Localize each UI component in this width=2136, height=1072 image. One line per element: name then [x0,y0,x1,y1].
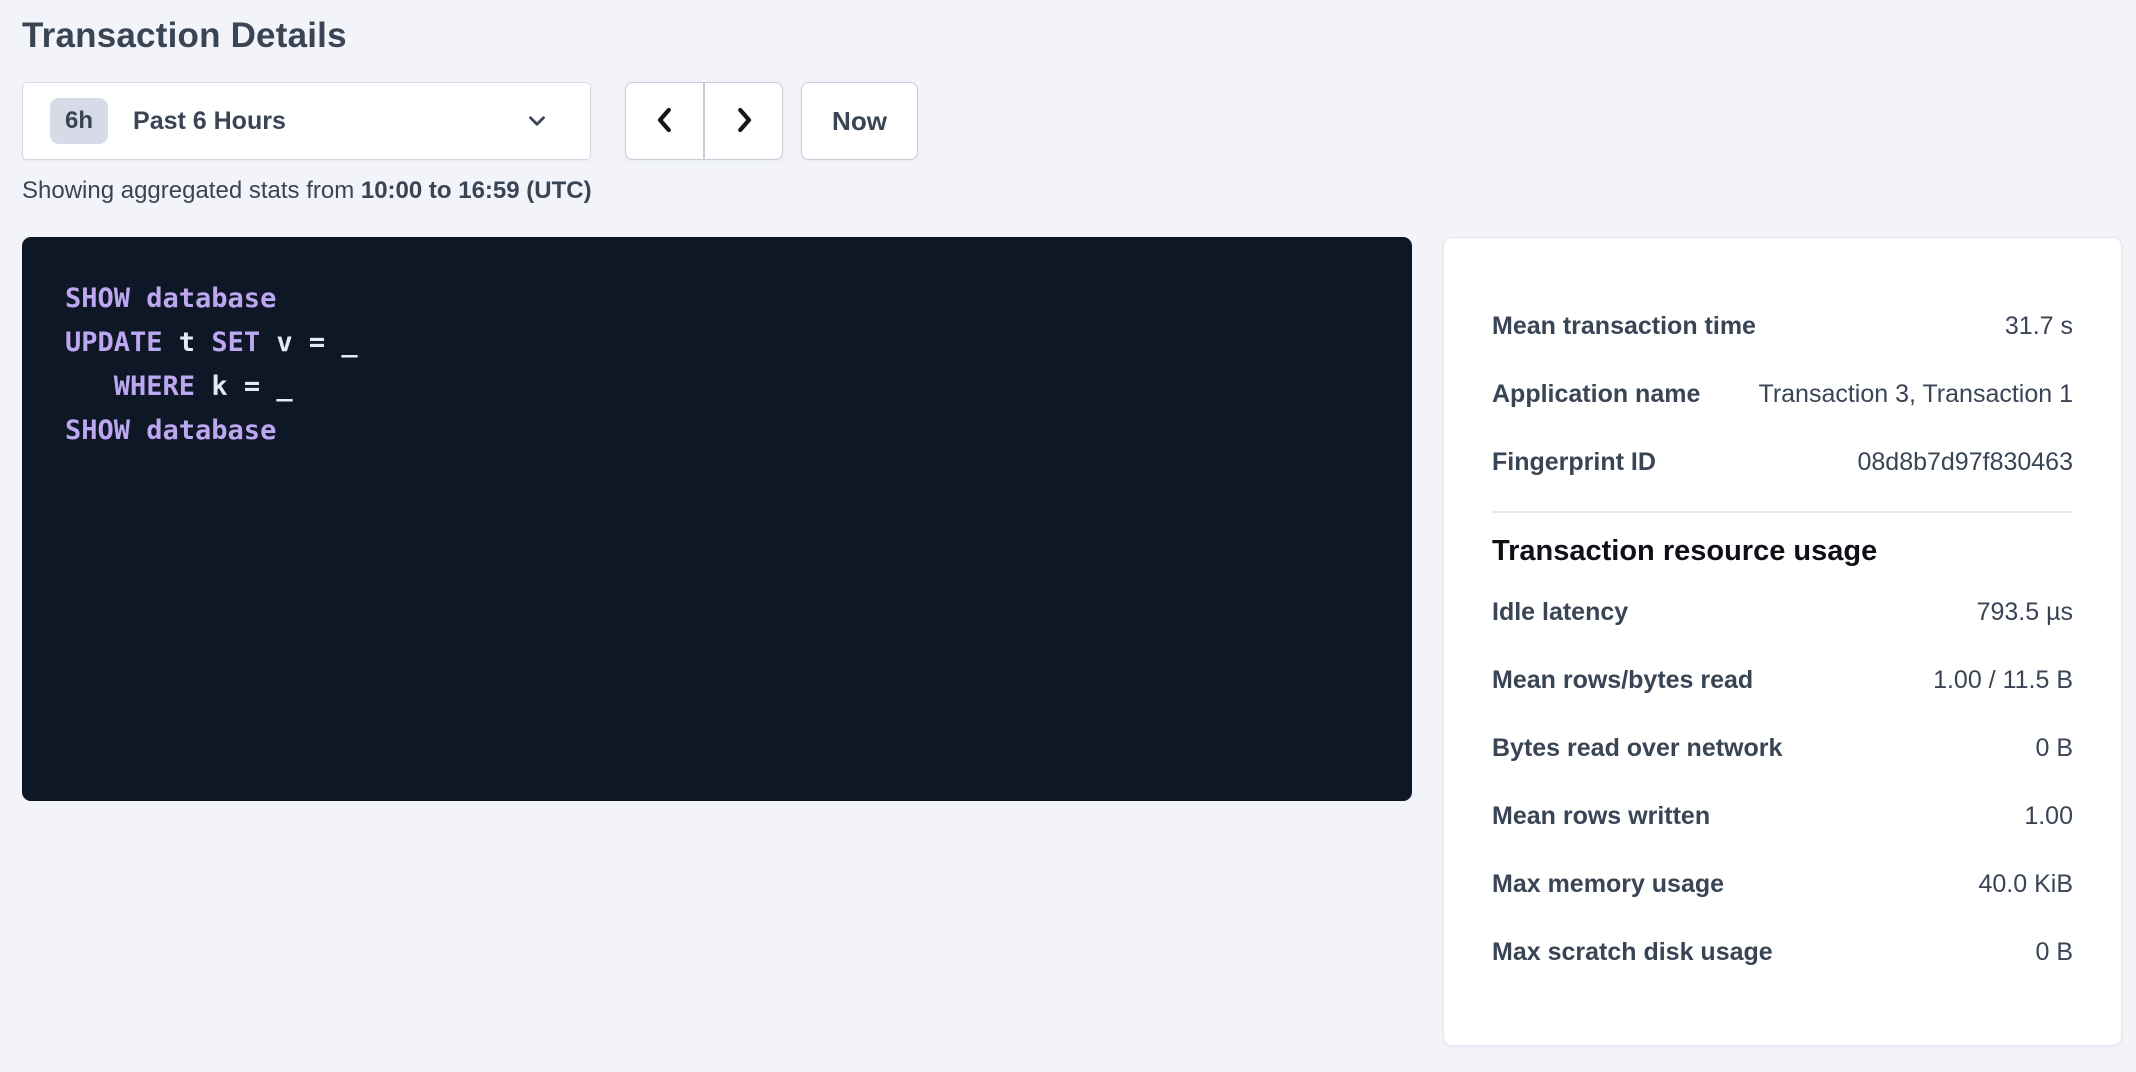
sql-line: SHOW database [65,283,276,314]
chevron-right-icon [729,103,759,140]
stat-row: Max scratch disk usage 0 B [1492,918,2073,986]
sql-token-plain [65,371,114,402]
sql-statement-box: SHOW database UPDATE t SET v = _ WHERE k… [22,237,1412,801]
card-divider [1492,511,2073,513]
resource-rows: Idle latency 793.5 µs Mean rows/bytes read… [1492,578,2073,986]
stat-row: Application name Transaction 3, Transacti… [1492,360,2073,428]
stat-value: 1.00 [2024,802,2073,831]
stat-value: 31.7 s [2005,312,2073,341]
stat-label: Mean rows/bytes read [1492,666,1753,695]
sql-code: SHOW database UPDATE t SET v = _ WHERE k… [65,277,1392,453]
sql-token-plain: v = _ [260,327,358,358]
sql-token-keyword: SET [211,327,260,358]
sql-token-plain: k = _ [195,371,293,402]
transaction-stats-card: Mean transaction time 31.7 s Application n… [1443,237,2122,1046]
stat-label: Mean transaction time [1492,312,1756,341]
stat-label: Bytes read over network [1492,734,1782,763]
sql-line: WHERE k = _ [65,371,293,402]
sql-token-keyword: UPDATE [65,327,163,358]
stat-value: 40.0 KiB [1978,870,2073,899]
stat-label: Mean rows written [1492,802,1710,831]
stat-value: Transaction 3, Transaction 1 [1758,380,2073,409]
aggregation-caption-range: 10:00 to 16:59 (UTC) [361,177,592,204]
chevron-left-icon [650,103,680,140]
sql-line: UPDATE t SET v = _ [65,327,358,358]
sql-token-plain: t [163,327,212,358]
main-content: SHOW database UPDATE t SET v = _ WHERE k… [22,237,2136,1046]
stat-row: Mean transaction time 31.7 s [1492,292,2073,360]
chevron-down-icon [524,108,550,134]
stat-label: Max scratch disk usage [1492,938,1773,967]
sql-token-keyword: WHERE [114,371,195,402]
stat-row: Bytes read over network 0 B [1492,714,2073,782]
time-range-duration-badge: 6h [50,98,108,144]
stat-row: Fingerprint ID 08d8b7d97f830463 [1492,428,2073,496]
sql-token-keyword: SHOW database [65,283,276,314]
summary-rows: Mean transaction time 31.7 s Application n… [1492,292,2073,496]
stat-value: 793.5 µs [1977,598,2073,627]
transaction-details-page: Transaction Details 6h Past 6 Hours [0,0,2136,1046]
stat-label: Application name [1492,380,1700,409]
aggregation-caption-prefix: Showing aggregated stats from [22,177,361,204]
stat-value: 0 B [2035,938,2073,967]
sql-token-keyword: SHOW database [65,415,276,446]
aggregation-caption: Showing aggregated stats from 10:00 to 1… [22,177,2136,205]
page-title: Transaction Details [22,16,2136,56]
stat-label: Idle latency [1492,598,1628,627]
time-range-dropdown[interactable]: 6h Past 6 Hours [22,82,591,160]
resource-usage-heading: Transaction resource usage [1492,535,2073,568]
stat-value: 1.00 / 11.5 B [1933,666,2073,695]
stat-label: Max memory usage [1492,870,1724,899]
stat-value: 0 B [2035,734,2073,763]
time-range-nav-group [625,82,783,160]
stat-row: Mean rows written 1.00 [1492,782,2073,850]
time-picker-controls: 6h Past 6 Hours [22,82,2136,160]
sql-line: SHOW database [65,415,276,446]
now-button[interactable]: Now [801,82,918,160]
time-range-selected-label: Past 6 Hours [133,107,286,136]
stat-value: 08d8b7d97f830463 [1857,448,2073,477]
stat-label: Fingerprint ID [1492,448,1656,477]
previous-range-button[interactable] [625,82,704,160]
stat-row: Idle latency 793.5 µs [1492,578,2073,646]
next-range-button[interactable] [704,82,783,160]
stat-row: Mean rows/bytes read 1.00 / 11.5 B [1492,646,2073,714]
stat-row: Max memory usage 40.0 KiB [1492,850,2073,918]
